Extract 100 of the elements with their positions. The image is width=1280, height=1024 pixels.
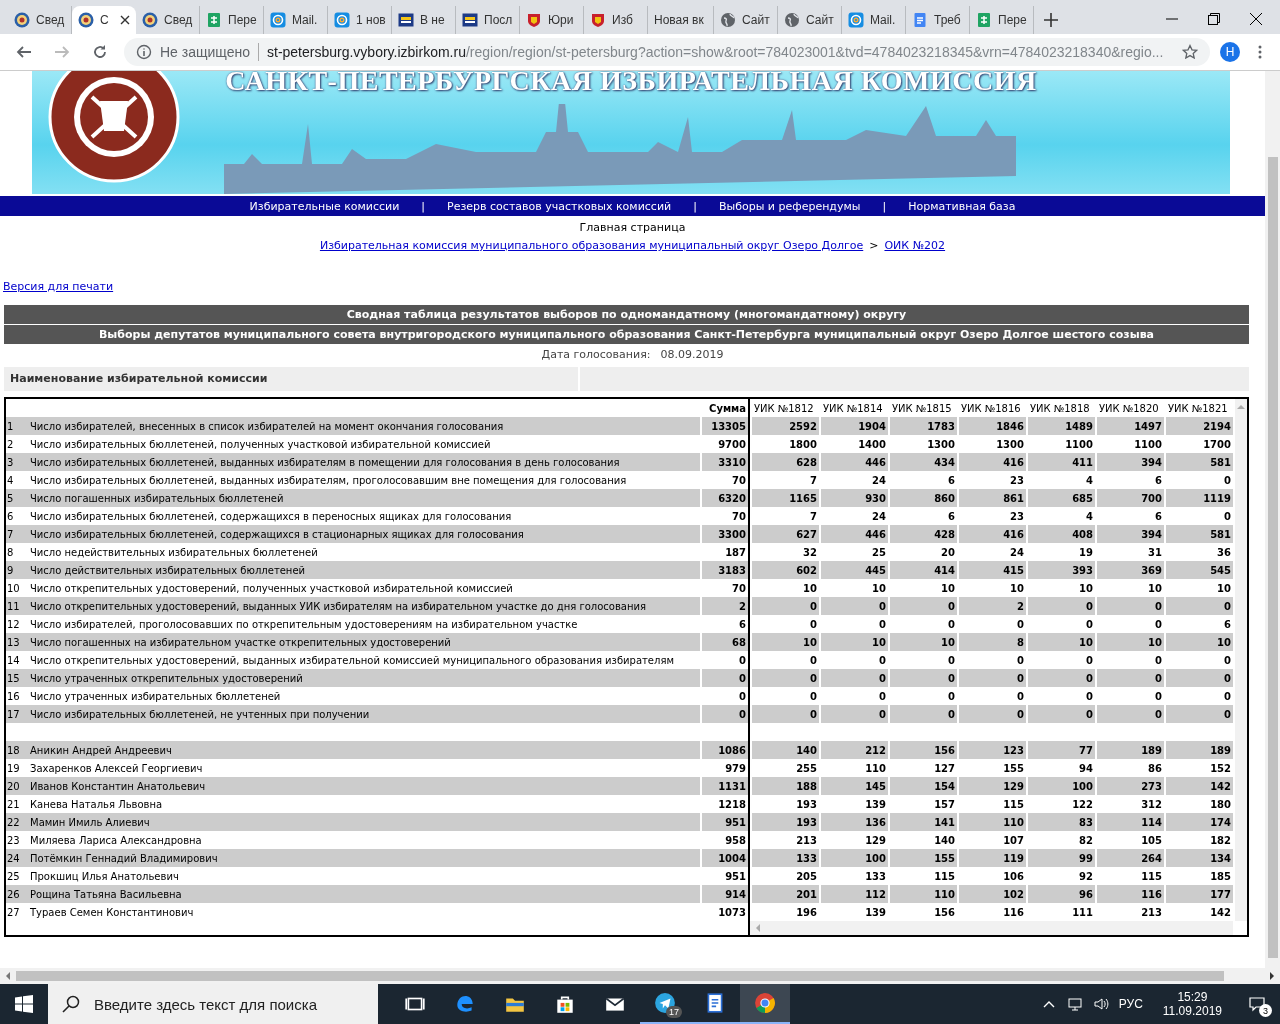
- table-cell: 96: [1028, 885, 1095, 903]
- security-label: Не защищено: [160, 44, 250, 60]
- column-header: УИК №1818: [1029, 401, 1091, 416]
- restore-icon[interactable]: [1208, 13, 1220, 25]
- reload-icon[interactable]: [92, 44, 108, 60]
- notification-icon[interactable]: [1249, 996, 1265, 1012]
- table-cell-text: 105: [1140, 833, 1163, 848]
- table-cell: 10: [821, 633, 888, 651]
- table-cell: 1165: [752, 489, 819, 507]
- table-cell: 415: [959, 561, 1026, 579]
- browser-tab[interactable]: Изб: [584, 6, 648, 34]
- spreadsheet-icon: [206, 12, 222, 28]
- browser-tab[interactable]: Свед: [136, 6, 200, 34]
- table-cell-text: 7: [809, 509, 818, 524]
- table-cell-text: 115: [1002, 797, 1025, 812]
- breadcrumb-link[interactable]: Избирательная комиссия муниципального образования муниципальный округ Озеро Долгое: [319, 239, 864, 252]
- table-cell-text: 0: [947, 653, 956, 668]
- table-cell-text: 0: [1223, 689, 1232, 704]
- browser-tab[interactable]: Mail.: [842, 6, 906, 34]
- row-number: 7: [6, 525, 28, 543]
- browser-tab[interactable]: Новая вк: [648, 6, 714, 34]
- table-cell: 0: [890, 705, 957, 723]
- row-label: Число избирателей, проголосовавших по открепительным удостоверениям на избирательном участке: [29, 617, 579, 632]
- language-indicator[interactable]: РУС: [1118, 997, 1143, 1011]
- browser-tab[interactable]: В не: [392, 6, 456, 34]
- separator: |: [421, 199, 426, 213]
- star-icon[interactable]: [1182, 44, 1198, 60]
- scrollbar-thumb[interactable]: [16, 971, 1224, 981]
- table-cell-text: 0: [878, 617, 887, 632]
- table-cell-text: 24: [871, 473, 887, 488]
- browser-tab[interactable]: 1 нов: [328, 6, 392, 34]
- table-cell: 110: [890, 885, 957, 903]
- document-icon[interactable]: [707, 993, 723, 1013]
- row-label: Число избирательных бюллетеней, содержащихся в стационарных ящиках для голосования: [28, 525, 700, 543]
- address-bar[interactable]: Не защищено st-petersburg.vybory.izbirkom.ru/region/region/st-petersburg?action=show&root=784023001&tvd=4784023218345&vrn=4784023218340&regio...: [124, 38, 1210, 66]
- shopping-bag-icon[interactable]: [557, 996, 573, 1013]
- breadcrumb-link[interactable]: ОИК №202: [884, 239, 946, 252]
- edge-icon[interactable]: [457, 996, 473, 1012]
- table-cell-text: 4: [1085, 509, 1094, 524]
- scroll-left-icon[interactable]: [4, 972, 12, 980]
- table-cell: 428: [890, 525, 957, 543]
- browser-tab[interactable]: С: [72, 6, 136, 34]
- nav-link[interactable]: Резерв составов участковых комиссий: [447, 199, 672, 213]
- close-icon[interactable]: [120, 15, 130, 25]
- browser-tab[interactable]: Сайт: [778, 6, 842, 34]
- nav-link[interactable]: Нормативная база: [908, 199, 1016, 213]
- speaker-icon[interactable]: [1092, 996, 1109, 1012]
- table-cell: 414: [890, 561, 957, 579]
- row-number: 23: [6, 833, 21, 848]
- close-icon[interactable]: [1250, 13, 1262, 25]
- task-view-icon[interactable]: [405, 997, 425, 1011]
- browser-tab[interactable]: Свед: [8, 6, 72, 34]
- table-cell: 628: [752, 453, 819, 471]
- table-cell-text: 0: [809, 653, 818, 668]
- table-cell-text: 0: [1154, 653, 1163, 668]
- table-cell: 140: [752, 741, 819, 759]
- table-cell-text: 0: [878, 653, 887, 668]
- table-cell: 0: [700, 669, 748, 687]
- table-cell: 394: [1097, 453, 1164, 471]
- url-text: st-petersburg.vybory.izbirkom.ru/region/region/st-petersburg?action=show&root=784023001&tvd=4784023218345&vrn=4784023218340&regio...: [267, 44, 1164, 60]
- folder-icon[interactable]: [506, 998, 524, 1012]
- table-cell: 13305: [700, 417, 748, 435]
- plus-icon[interactable]: [1044, 13, 1058, 27]
- table-cell: 10: [890, 633, 957, 651]
- browser-tab[interactable]: Пере: [200, 6, 264, 34]
- date-label: Дата голосования:: [541, 348, 651, 361]
- row-label: Число избирателей, внесенных в список избирателей на момент окончания голосования: [28, 417, 700, 435]
- table-cell: 68: [700, 633, 748, 651]
- network-icon[interactable]: [1066, 996, 1083, 1012]
- browser-tab[interactable]: Пере: [970, 6, 1034, 34]
- table-cell: 10: [1166, 633, 1233, 651]
- table-cell: 685: [1028, 489, 1095, 507]
- profile-avatar[interactable]: Н: [1220, 42, 1240, 62]
- scroll-right-icon[interactable]: [1268, 972, 1276, 980]
- search-field[interactable]: Введите здесь текст для поиска: [48, 984, 378, 1024]
- scrollbar-thumb[interactable]: [1267, 157, 1278, 958]
- table-cell-text: 19: [1078, 545, 1094, 560]
- table-cell: 77: [1028, 741, 1095, 759]
- row-label: Аникин Андрей Андреевич: [28, 741, 700, 759]
- table-cell-text: 142: [1209, 905, 1232, 920]
- chrome-icon[interactable]: [755, 993, 775, 1013]
- windows-icon[interactable]: [15, 995, 33, 1013]
- nav-link[interactable]: Избирательные комиссии: [249, 199, 400, 213]
- table-cell-text: 92: [1078, 869, 1094, 884]
- envelope-icon[interactable]: [605, 997, 625, 1011]
- clock[interactable]: 15:29 11.09.2019: [1162, 990, 1222, 1018]
- browser-tab[interactable]: Mail.: [264, 6, 328, 34]
- page-title: Главная страница: [579, 221, 686, 234]
- browser-tab[interactable]: Треб: [906, 6, 970, 34]
- nav-link[interactable]: Выборы и референдумы: [718, 199, 861, 213]
- row-label: Число погашенных на избирательном участке открепительных удостоверений: [28, 633, 700, 651]
- crest-icon: [526, 12, 542, 28]
- back-arrow-icon[interactable]: [16, 44, 32, 60]
- table-cell: 0: [1028, 705, 1095, 723]
- browser-tab[interactable]: Сайт: [714, 6, 778, 34]
- row-number: 19: [6, 761, 21, 776]
- browser-tab[interactable]: Юри: [520, 6, 584, 34]
- info-icon[interactable]: [136, 44, 152, 60]
- print-link[interactable]: Версия для печати: [3, 280, 114, 293]
- browser-tab[interactable]: Посл: [456, 6, 520, 34]
